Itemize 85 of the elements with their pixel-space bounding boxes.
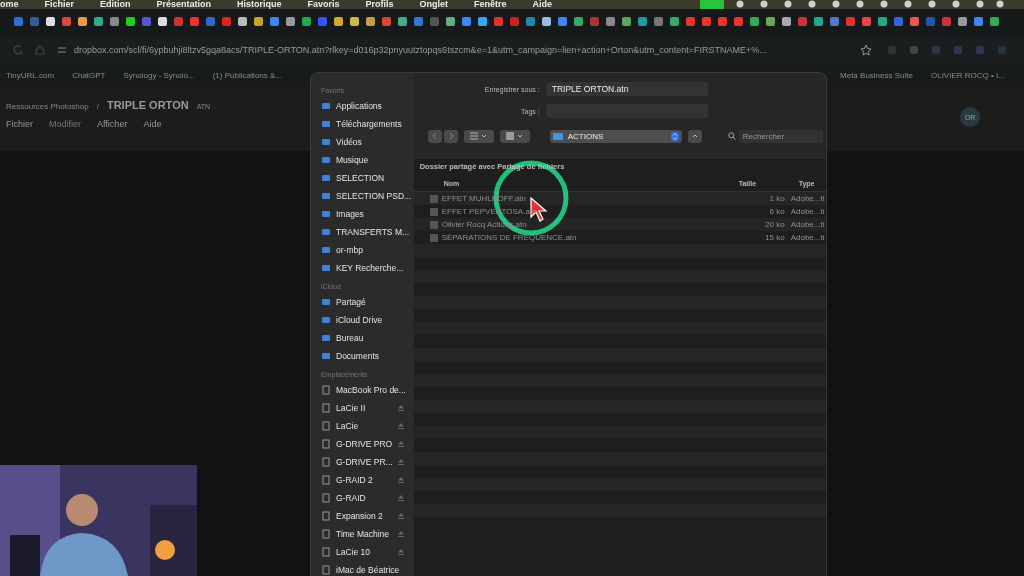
- menu-item[interactable]: ome: [0, 0, 19, 9]
- file-type: Adobe...ti: [790, 194, 826, 203]
- file-size: 20 ko: [764, 220, 786, 229]
- sidebar-item[interactable]: Bureau: [321, 329, 414, 347]
- search-field[interactable]: Rechercher: [738, 129, 823, 143]
- back-button[interactable]: [427, 129, 442, 143]
- filename-field[interactable]: TRIPLE ORTON.atn: [545, 82, 708, 96]
- eject-icon[interactable]: [397, 423, 404, 429]
- forward-button[interactable]: [443, 129, 458, 143]
- menu-item[interactable]: Présentation: [156, 0, 212, 9]
- chevron-up-icon: [690, 132, 699, 140]
- sidebar-item[interactable]: iMac de Béatrice: [321, 561, 414, 576]
- sidebar-item[interactable]: Expansion 2: [321, 507, 414, 525]
- star-icon[interactable]: [860, 44, 872, 56]
- menu-item[interactable]: Fichier: [44, 0, 75, 9]
- menu-item[interactable]: Fenêtre: [474, 0, 507, 9]
- page-menu-item[interactable]: Afficher: [97, 119, 128, 129]
- sidebar-item[interactable]: MacBook Pro de...: [321, 381, 414, 399]
- sidebar-item[interactable]: Vidéos: [321, 133, 414, 151]
- bookmark[interactable]: (1) Publications &...: [212, 70, 283, 80]
- sidebar-item[interactable]: LaCie: [321, 417, 414, 435]
- eject-icon[interactable]: [397, 405, 404, 411]
- bookmark[interactable]: TinyURL.com: [6, 70, 55, 80]
- eject-icon[interactable]: [397, 477, 404, 483]
- bookmark[interactable]: ChatGPT: [72, 70, 106, 80]
- file-size: 1 ko: [768, 194, 786, 203]
- location-popup[interactable]: ACTIONS: [549, 129, 682, 143]
- sidebar-item[interactable]: G-RAID 2: [321, 471, 414, 489]
- sidebar-item[interactable]: G-DRIVE PRO: [321, 435, 414, 453]
- sidebar-item[interactable]: Time Machine: [321, 525, 414, 543]
- sidebar-item[interactable]: TRANSFERTS M...: [321, 223, 414, 241]
- sidebar-item[interactable]: G-RAID: [321, 489, 414, 507]
- eject-icon[interactable]: [397, 495, 404, 501]
- sidebar-item[interactable]: SELECTION: [321, 169, 414, 187]
- list-view-button[interactable]: [463, 129, 494, 143]
- file-title: TRIPLE ORTON: [106, 99, 189, 111]
- eject-icon[interactable]: [397, 513, 404, 519]
- menu-item[interactable]: Edition: [100, 0, 131, 9]
- eject-icon[interactable]: [397, 549, 404, 555]
- menu-item[interactable]: Onglet: [419, 0, 449, 9]
- search-icon: [727, 132, 736, 140]
- bookmark[interactable]: OLIVIER ROCQ • I...: [930, 70, 1005, 80]
- file-type: Adobe...ti: [790, 233, 826, 242]
- grid-view-button[interactable]: [499, 129, 530, 143]
- page-menu-item[interactable]: Aide: [143, 119, 162, 129]
- list-icon: [468, 132, 489, 140]
- file-name: SÉPARATIONS DE FRÉQUENCE.atn: [441, 233, 577, 242]
- page-menu-item[interactable]: Fichier: [6, 119, 33, 129]
- file-size: 15 ko: [764, 233, 786, 242]
- bookmark[interactable]: Synology - Synolo...: [123, 70, 195, 80]
- reload-icon[interactable]: [12, 44, 24, 56]
- menu-item[interactable]: Historique: [237, 0, 282, 9]
- breadcrumb-separator: /: [96, 102, 99, 111]
- menu-item[interactable]: Profils: [365, 0, 394, 9]
- eject-icon[interactable]: [397, 441, 404, 447]
- sidebar-item[interactable]: G-DRIVE PR...: [321, 453, 414, 471]
- folder-icon: [552, 132, 563, 140]
- home-icon[interactable]: [34, 44, 46, 56]
- sidebar-item[interactable]: or-mbp: [321, 241, 414, 259]
- sidebar-item[interactable]: Applications: [321, 97, 414, 115]
- sidebar-item[interactable]: Images: [321, 205, 414, 223]
- sidebar-item[interactable]: Documents: [321, 347, 414, 365]
- menu-item[interactable]: Aide: [532, 0, 553, 9]
- sidebar-item[interactable]: SELECTION PSD...: [321, 187, 414, 205]
- sidebar-item[interactable]: LaCie 10: [321, 543, 414, 561]
- bookmark[interactable]: Meta Business Suite: [840, 70, 913, 80]
- grid-icon: [504, 132, 525, 140]
- breadcrumb[interactable]: Ressources Photoshop: [6, 102, 89, 111]
- stepper-icon: [670, 131, 679, 141]
- file-type: Adobe...ti: [790, 220, 826, 229]
- file-size: 6 ko: [768, 207, 786, 216]
- page-menu-item[interactable]: Modifier: [49, 119, 82, 129]
- sidebar-item[interactable]: KEY Recherche...: [321, 259, 414, 277]
- menu-item[interactable]: Favoris: [307, 0, 340, 9]
- chevron-left-icon: [430, 132, 439, 140]
- sidebar-item[interactable]: iCloud Drive: [321, 311, 414, 329]
- sidebar-item[interactable]: Téléchargements: [321, 115, 414, 133]
- file-type: Adobe...ti: [790, 207, 826, 216]
- sidebar-item[interactable]: LaCie II: [321, 399, 414, 417]
- eject-icon[interactable]: [397, 531, 404, 537]
- eject-icon[interactable]: [397, 459, 404, 465]
- site-settings-icon[interactable]: [56, 44, 68, 56]
- expand-button[interactable]: [687, 129, 702, 143]
- sidebar-item[interactable]: Musique: [321, 151, 414, 169]
- sidebar-item[interactable]: Partagé: [321, 293, 414, 311]
